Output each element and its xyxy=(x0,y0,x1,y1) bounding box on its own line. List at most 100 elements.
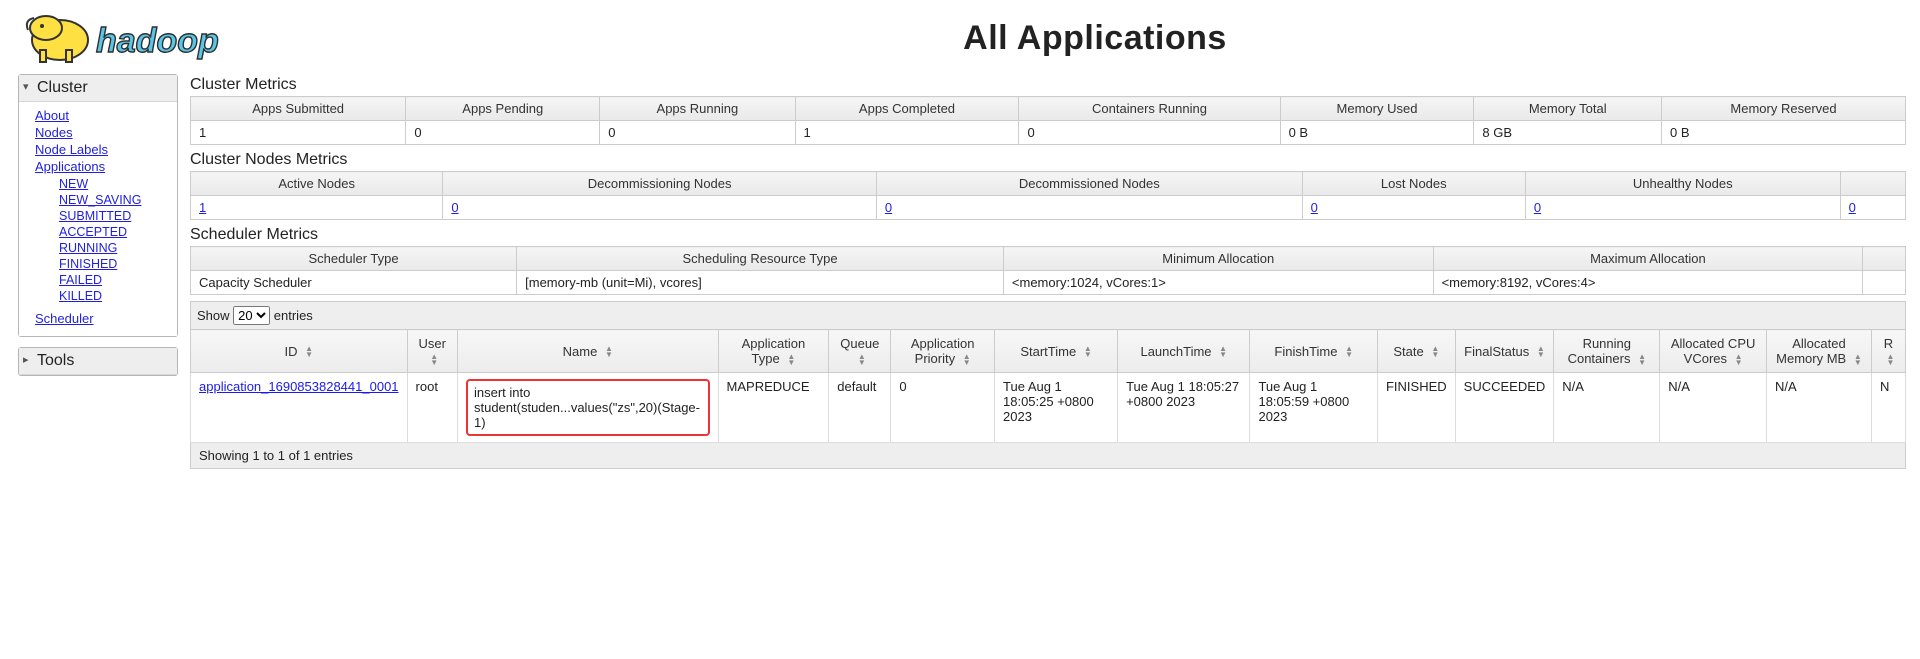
metric-value: 0 xyxy=(1302,196,1525,220)
sidebar-cluster-header[interactable]: Cluster xyxy=(19,75,177,102)
cell-vcores: N/A xyxy=(1660,373,1767,443)
metric-value: Capacity Scheduler xyxy=(191,271,517,295)
col-header: Maximum Allocation xyxy=(1433,247,1863,271)
col-header: Apps Pending xyxy=(406,97,600,121)
nav-scheduler[interactable]: Scheduler xyxy=(35,311,94,326)
cell-priority: 0 xyxy=(891,373,995,443)
page-title: All Applications xyxy=(288,19,1902,58)
metric-value: 0 xyxy=(1019,121,1280,145)
metric-value: 1 xyxy=(191,196,443,220)
cluster-metrics-title: Cluster Metrics xyxy=(190,76,1906,94)
col-header: Memory Reserved xyxy=(1662,97,1906,121)
metric-value: 0 xyxy=(443,196,877,220)
nav-node-labels[interactable]: Node Labels xyxy=(35,142,108,157)
metric-value: [memory-mb (unit=Mi), vcores] xyxy=(517,271,1004,295)
cell-state: FINISHED xyxy=(1377,373,1455,443)
scheduler-metrics-title: Scheduler Metrics xyxy=(190,226,1906,244)
col-header: Scheduling Resource Type xyxy=(517,247,1004,271)
apps-col-header[interactable]: Allocated Memory MB ▲▼ xyxy=(1766,330,1871,373)
metric-value: 0 B xyxy=(1280,121,1474,145)
nav-applications[interactable]: Applications xyxy=(35,159,105,174)
metric-link[interactable]: 1 xyxy=(199,200,206,215)
metric-value: 0 xyxy=(1840,196,1905,220)
apps-col-header[interactable]: State ▲▼ xyxy=(1377,330,1455,373)
cell-extra: N xyxy=(1871,373,1905,443)
nav-submitted[interactable]: SUBMITTED xyxy=(59,209,131,223)
apps-col-header[interactable]: User ▲▼ xyxy=(407,330,457,373)
nav-new-saving[interactable]: NEW_SAVING xyxy=(59,193,141,207)
metric-value: 8 GB xyxy=(1474,121,1662,145)
nav-nodes[interactable]: Nodes xyxy=(35,125,73,140)
datatable-status: Showing 1 to 1 of 1 entries xyxy=(190,443,1906,469)
col-header: Apps Completed xyxy=(795,97,1019,121)
sort-icon: ▲▼ xyxy=(430,354,438,366)
apps-col-header[interactable]: Running Containers ▲▼ xyxy=(1554,330,1660,373)
metric-link[interactable]: 0 xyxy=(1534,200,1541,215)
metric-value: 0 xyxy=(876,196,1302,220)
apps-col-header[interactable]: LaunchTime ▲▼ xyxy=(1118,330,1250,373)
sidebar-cluster-panel: Cluster About Nodes Node Labels Application… xyxy=(18,74,178,337)
nav-running[interactable]: RUNNING xyxy=(59,241,117,255)
col-header: Decommissioning Nodes xyxy=(443,172,877,196)
metric-value: <memory:1024, vCores:1> xyxy=(1003,271,1433,295)
col-header: Decommissioned Nodes xyxy=(876,172,1302,196)
col-header xyxy=(1840,172,1905,196)
sort-icon: ▲▼ xyxy=(605,346,613,358)
cell-finish: Tue Aug 1 18:05:59 +0800 2023 xyxy=(1250,373,1378,443)
sort-icon: ▲▼ xyxy=(1084,346,1092,358)
apps-col-header[interactable]: StartTime ▲▼ xyxy=(995,330,1118,373)
metric-value: 0 B xyxy=(1662,121,1906,145)
metric-link[interactable]: 0 xyxy=(1311,200,1318,215)
metric-value: 0 xyxy=(600,121,795,145)
sort-icon: ▲▼ xyxy=(1431,346,1439,358)
cell-running: N/A xyxy=(1554,373,1660,443)
apps-col-header[interactable]: Application Type ▲▼ xyxy=(718,330,829,373)
apps-col-header[interactable]: Name ▲▼ xyxy=(457,330,718,373)
nav-finished[interactable]: FINISHED xyxy=(59,257,117,271)
metric-value: 1 xyxy=(795,121,1019,145)
nav-accepted[interactable]: ACCEPTED xyxy=(59,225,127,239)
cell-type: MAPREDUCE xyxy=(718,373,829,443)
apps-col-header[interactable]: R ▲▼ xyxy=(1871,330,1905,373)
apps-col-header[interactable]: Queue ▲▼ xyxy=(829,330,891,373)
sort-icon: ▲▼ xyxy=(963,354,971,366)
sort-icon: ▲▼ xyxy=(787,354,795,366)
nav-new[interactable]: NEW xyxy=(59,177,88,191)
cluster-metrics-table: Apps SubmittedApps PendingApps RunningAp… xyxy=(190,96,1906,145)
col-header: Scheduler Type xyxy=(191,247,517,271)
nav-killed[interactable]: KILLED xyxy=(59,289,102,303)
metric-link[interactable]: 0 xyxy=(1849,200,1856,215)
metric-link[interactable]: 0 xyxy=(451,200,458,215)
col-header: Containers Running xyxy=(1019,97,1280,121)
nav-about[interactable]: About xyxy=(35,108,69,123)
metric-value: <memory:8192, vCores:4> xyxy=(1433,271,1863,295)
sort-icon: ▲▼ xyxy=(1735,354,1743,366)
col-header: Memory Used xyxy=(1280,97,1474,121)
metric-link[interactable]: 0 xyxy=(885,200,892,215)
page-length-select[interactable]: 20 xyxy=(233,306,270,325)
show-suffix: entries xyxy=(274,308,313,323)
sort-icon: ▲▼ xyxy=(1854,354,1862,366)
sort-icon: ▲▼ xyxy=(858,354,866,366)
sidebar-tools-panel: Tools xyxy=(18,347,178,376)
col-header: Minimum Allocation xyxy=(1003,247,1433,271)
sort-icon: ▲▼ xyxy=(1345,346,1353,358)
sort-icon: ▲▼ xyxy=(1537,346,1545,358)
apps-col-header[interactable]: Allocated CPU VCores ▲▼ xyxy=(1660,330,1767,373)
col-header: Unhealthy Nodes xyxy=(1525,172,1840,196)
apps-col-header[interactable]: FinalStatus ▲▼ xyxy=(1455,330,1554,373)
cell-start: Tue Aug 1 18:05:25 +0800 2023 xyxy=(995,373,1118,443)
apps-col-header[interactable]: Application Priority ▲▼ xyxy=(891,330,995,373)
apps-col-header[interactable]: ID ▲▼ xyxy=(191,330,408,373)
cluster-nodes-title: Cluster Nodes Metrics xyxy=(190,151,1906,169)
sort-icon: ▲▼ xyxy=(1219,346,1227,358)
col-header: Memory Total xyxy=(1474,97,1662,121)
sidebar-tools-header[interactable]: Tools xyxy=(19,348,177,375)
nav-failed[interactable]: FAILED xyxy=(59,273,102,287)
apps-col-header[interactable]: FinishTime ▲▼ xyxy=(1250,330,1378,373)
highlight-box: insert into student(studen...values("zs"… xyxy=(466,379,710,436)
col-header xyxy=(1863,247,1906,271)
metric-value: 0 xyxy=(1525,196,1840,220)
col-header: Active Nodes xyxy=(191,172,443,196)
app-id-link[interactable]: application_1690853828441_0001 xyxy=(199,379,399,394)
